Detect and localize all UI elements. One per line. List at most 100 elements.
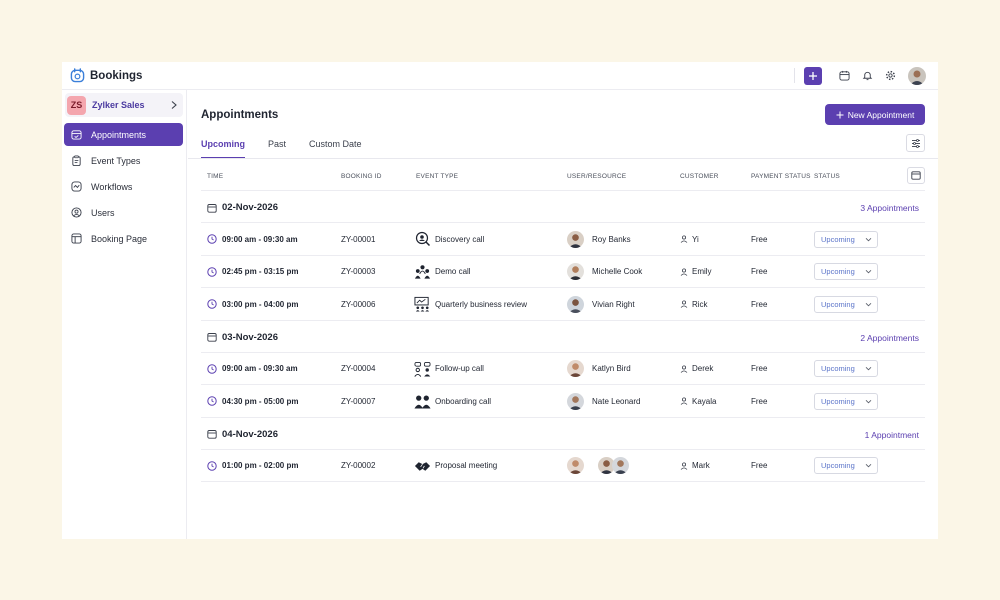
sidebar-item-users[interactable]: Users bbox=[64, 201, 183, 224]
user-name: Katlyn Bird bbox=[592, 364, 631, 373]
customer-cell: Kayala bbox=[680, 385, 716, 417]
user-name: Roy Banks bbox=[592, 234, 631, 244]
sidebar-item-booking-page[interactable]: Booking Page bbox=[64, 227, 183, 250]
chevron-down-icon bbox=[865, 462, 872, 469]
table-row[interactable]: 04:30 pm - 05:00 pm ZY-00007 Onboarding ca… bbox=[201, 385, 925, 418]
calendar-button[interactable] bbox=[833, 67, 856, 85]
time-cell: 09:00 am - 09:30 am bbox=[207, 353, 298, 385]
event-type-name: Quarterly business review bbox=[435, 299, 528, 309]
clock-icon bbox=[207, 363, 217, 374]
group-icon bbox=[414, 264, 431, 280]
column-settings-button[interactable] bbox=[907, 167, 925, 184]
customer-name: Emily bbox=[692, 267, 712, 276]
tab-past[interactable]: Past bbox=[268, 138, 286, 159]
payment-status-cell: Free bbox=[751, 223, 767, 255]
date-group-label: 04-Nov-2026 bbox=[207, 429, 278, 440]
user-resource-cell: Michelle Cook bbox=[567, 256, 642, 288]
appointment-time: 01:00 pm - 02:00 pm bbox=[222, 461, 299, 470]
clock-icon bbox=[207, 234, 217, 244]
clock-icon bbox=[207, 460, 217, 471]
date-group-row: 04-Nov-2026 1 Appointment bbox=[201, 418, 925, 450]
appointment-count-link[interactable]: 1 Appointment bbox=[865, 430, 919, 440]
people-pair-icon bbox=[414, 393, 431, 409]
booking-id[interactable]: ZY-00003 bbox=[341, 267, 375, 276]
org-name: Zylker Sales bbox=[92, 100, 145, 110]
user-avatar bbox=[567, 263, 584, 280]
booking-id[interactable]: ZY-00001 bbox=[341, 235, 375, 244]
sidebar-item-workflows[interactable]: Workflows bbox=[64, 175, 183, 198]
group-date: 04-Nov-2026 bbox=[222, 428, 278, 440]
user-name: Michelle Cook bbox=[592, 267, 643, 276]
tab-custom-date[interactable]: Custom Date bbox=[309, 138, 362, 159]
brand[interactable]: Bookings bbox=[62, 62, 186, 90]
org-switcher[interactable]: ZS Zylker Sales bbox=[65, 93, 183, 117]
event-type-name: Follow-up call bbox=[435, 364, 484, 373]
user-avatar-icon bbox=[908, 66, 926, 85]
person-icon bbox=[680, 364, 688, 373]
discovery-icon bbox=[414, 231, 431, 247]
calendar-check-icon bbox=[70, 129, 82, 141]
group-date: 02-Nov-2026 bbox=[222, 202, 278, 213]
table-row[interactable]: 02:45 pm - 03:15 pm ZY-00003 Demo call Mich… bbox=[201, 256, 925, 288]
customer-name: Yi bbox=[692, 234, 699, 244]
settings-button[interactable] bbox=[879, 67, 902, 85]
status-dropdown[interactable]: Upcoming bbox=[814, 263, 878, 280]
tab-upcoming[interactable]: Upcoming bbox=[201, 138, 245, 159]
date-group-row: 03-Nov-2026 2 Appointments bbox=[201, 321, 925, 353]
column-header-payment-status: PAYMENT STATUS bbox=[751, 173, 811, 180]
customer-name: Mark bbox=[692, 461, 710, 470]
app-title: Bookings bbox=[90, 69, 143, 82]
quick-add-button[interactable] bbox=[804, 66, 822, 85]
sidebar-item-event-types[interactable]: Event Types bbox=[64, 149, 183, 172]
booking-id[interactable]: ZY-00004 bbox=[341, 364, 375, 373]
status-cell: Upcoming bbox=[814, 450, 878, 482]
status-dropdown[interactable]: Upcoming bbox=[814, 295, 878, 313]
table-row[interactable]: 03:00 pm - 04:00 pm ZY-00006 Quarterly bus… bbox=[201, 288, 925, 321]
status-cell: Upcoming bbox=[814, 288, 878, 320]
sidebar-item-appointments[interactable]: Appointments bbox=[64, 123, 183, 146]
status-value: Upcoming bbox=[821, 299, 855, 309]
appointment-time: 09:00 am - 09:30 am bbox=[222, 364, 298, 373]
filter-button[interactable] bbox=[906, 134, 925, 152]
person-icon bbox=[680, 235, 688, 243]
new-appointment-button[interactable]: New Appointment bbox=[825, 104, 925, 125]
notifications-button[interactable] bbox=[856, 67, 879, 85]
table-row[interactable]: 01:00 pm - 02:00 pm ZY-00002 Proposal meet… bbox=[201, 450, 925, 482]
booking-id[interactable]: ZY-00002 bbox=[341, 461, 375, 470]
table-row[interactable]: 09:00 am - 09:30 am ZY-00004 Follow-up cal… bbox=[201, 353, 925, 385]
payment-status: Free bbox=[751, 267, 768, 276]
table-header: TIME BOOKING ID EVENT TYPE USER/RESOURCE… bbox=[201, 164, 925, 191]
handshake-icon bbox=[414, 458, 431, 474]
column-header-user-resource: USER/RESOURCE bbox=[567, 173, 627, 180]
status-dropdown[interactable]: Upcoming bbox=[814, 457, 878, 474]
profile-avatar[interactable] bbox=[908, 66, 926, 85]
appointment-time: 03:00 pm - 04:00 pm bbox=[222, 299, 299, 309]
chevron-down-icon bbox=[865, 236, 872, 243]
sidebar-item-label: Workflows bbox=[91, 181, 133, 192]
table-row[interactable]: 09:00 am - 09:30 am ZY-00001 Discovery cal… bbox=[201, 223, 925, 256]
chevron-right-icon bbox=[171, 101, 177, 109]
status-dropdown[interactable]: Upcoming bbox=[814, 230, 878, 248]
payment-status-cell: Free bbox=[751, 256, 767, 288]
appointment-time: 02:45 pm - 03:15 pm bbox=[222, 267, 299, 276]
payment-status: Free bbox=[751, 396, 768, 406]
event-type-cell: Follow-up call bbox=[414, 353, 484, 385]
user-name: Nate Leonard bbox=[592, 396, 641, 406]
person-icon bbox=[680, 267, 688, 276]
appointment-count-link[interactable]: 2 Appointments bbox=[860, 333, 919, 343]
app-window: Bookings ZS Zylker Sales Appointments Ev… bbox=[62, 62, 938, 539]
payment-status-cell: Free bbox=[751, 385, 767, 417]
status-dropdown[interactable]: Upcoming bbox=[814, 392, 878, 410]
booking-id[interactable]: ZY-00007 bbox=[341, 397, 375, 406]
column-header-customer: CUSTOMER bbox=[680, 173, 719, 180]
payment-status: Free bbox=[751, 364, 768, 373]
appointment-count-link[interactable]: 3 Appointments bbox=[860, 203, 919, 213]
booking-id-cell: ZY-00002 bbox=[341, 450, 375, 482]
status-dropdown[interactable]: Upcoming bbox=[814, 360, 878, 377]
tabs-divider bbox=[188, 158, 938, 159]
status-cell: Upcoming bbox=[814, 385, 878, 417]
clock-icon bbox=[207, 299, 217, 309]
org-badge: ZS bbox=[67, 95, 86, 115]
booking-id[interactable]: ZY-00006 bbox=[341, 300, 375, 309]
booking-id-cell: ZY-00003 bbox=[341, 256, 375, 288]
